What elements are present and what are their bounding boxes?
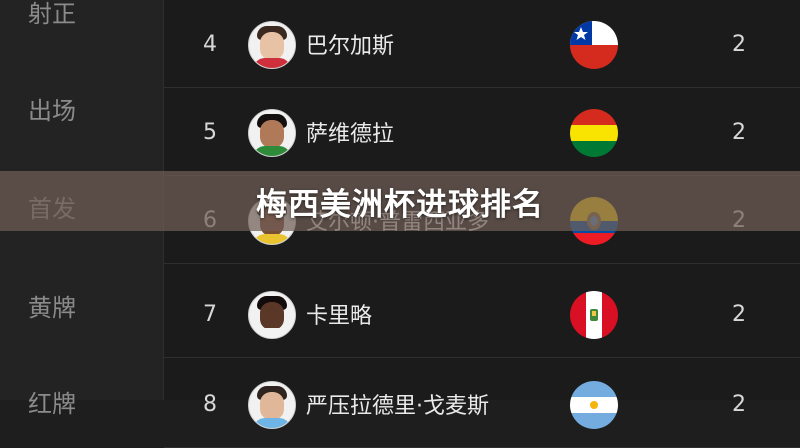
sidebar-item-label: 黄牌 <box>28 293 76 322</box>
rank-number: 7 <box>203 301 217 327</box>
player-avatar <box>248 109 296 157</box>
sidebar-item-yellow-cards[interactable]: 黄牌 <box>0 285 163 325</box>
banner-title: 梅西美洲杯进球排名 <box>256 186 544 223</box>
goal-count: 2 <box>732 119 746 145</box>
table-row[interactable]: 7 卡里略 2 <box>164 270 800 358</box>
table-row[interactable]: 5 萨维德拉 2 <box>164 88 800 176</box>
sidebar-item-label: 射正 <box>28 0 76 28</box>
sidebar-item-shots-on-target[interactable]: 射正 <box>0 0 163 31</box>
player-avatar <box>248 381 296 429</box>
player-name: 萨维德拉 <box>306 122 395 147</box>
player-avatar <box>248 291 296 339</box>
sidebar-item-appearances[interactable]: 出场 <box>0 88 163 128</box>
player-name: 巴尔加斯 <box>306 34 395 59</box>
rank-number: 8 <box>203 391 217 417</box>
sidebar-item-label: 出场 <box>28 96 76 125</box>
rank-number: 5 <box>203 119 217 145</box>
goal-count: 2 <box>732 301 746 327</box>
argentina-flag-icon <box>570 381 618 429</box>
player-name: 严压拉德里·戈麦斯 <box>306 394 489 419</box>
table-row[interactable]: 8 严压拉德里·戈麦斯 2 <box>164 360 800 448</box>
goal-count: 2 <box>732 31 746 57</box>
rank-number: 4 <box>203 31 217 57</box>
player-name: 卡里略 <box>306 304 373 329</box>
peru-flag-icon <box>570 291 618 339</box>
title-banner: 梅西美洲杯进球排名 <box>0 171 800 231</box>
chile-flag-icon <box>570 21 618 69</box>
table-row[interactable]: 4 巴尔加斯 2 <box>164 0 800 88</box>
goal-count: 2 <box>732 391 746 417</box>
sidebar-item-red-cards[interactable]: 红牌 <box>0 381 163 421</box>
sidebar-item-label: 红牌 <box>28 389 76 418</box>
bolivia-flag-icon <box>570 109 618 157</box>
player-avatar <box>248 21 296 69</box>
